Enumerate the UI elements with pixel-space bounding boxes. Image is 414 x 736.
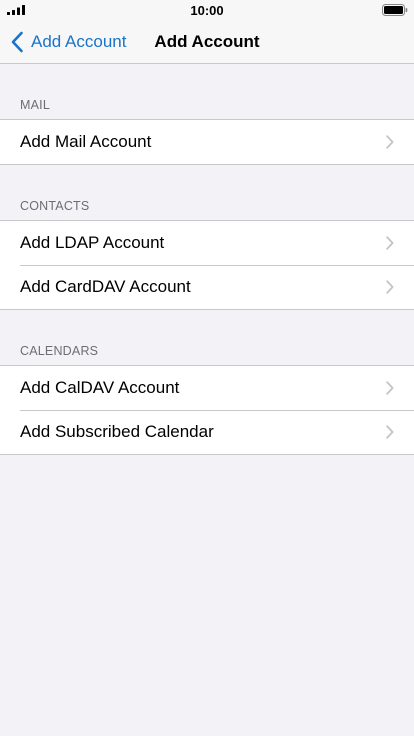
chevron-right-icon [386, 381, 394, 395]
chevron-right-icon [386, 280, 394, 294]
battery-icon [382, 4, 408, 16]
group-contacts: Add LDAP Account Add CardDAV Account [0, 220, 414, 310]
row-label: Add Subscribed Calendar [20, 422, 214, 441]
chevron-right-icon [386, 135, 394, 149]
add-caldav-account-row[interactable]: Add CalDAV Account [0, 366, 414, 410]
section-header-calendars: CALENDARS [20, 344, 99, 358]
add-subscribed-calendar-row[interactable]: Add Subscribed Calendar [0, 410, 414, 454]
chevron-right-icon [386, 236, 394, 250]
back-button[interactable]: Add Account [10, 20, 126, 64]
back-button-label: Add Account [31, 32, 127, 51]
chevron-left-icon [11, 31, 23, 53]
status-bar: 10:00 [0, 0, 414, 20]
add-ldap-account-row[interactable]: Add LDAP Account [0, 221, 414, 265]
group-calendars: Add CalDAV Account Add Subscribed Calend… [0, 365, 414, 455]
row-label: Add CalDAV Account [20, 378, 180, 397]
status-time: 10:00 [190, 3, 224, 18]
add-carddav-account-row[interactable]: Add CardDAV Account [0, 265, 414, 309]
settings-list: MAIL Add Mail Account CONTACTS Add LDAP … [0, 64, 414, 455]
group-mail: Add Mail Account [0, 119, 414, 165]
row-label: Add CardDAV Account [20, 277, 191, 296]
row-label: Add Mail Account [20, 132, 152, 151]
section-header-mail: MAIL [20, 98, 50, 112]
row-label: Add LDAP Account [20, 233, 165, 252]
chevron-right-icon [386, 425, 394, 439]
navigation-bar: Add Account Add Account [0, 20, 414, 64]
section-header-contacts: CONTACTS [20, 199, 90, 213]
add-mail-account-row[interactable]: Add Mail Account [0, 120, 414, 164]
